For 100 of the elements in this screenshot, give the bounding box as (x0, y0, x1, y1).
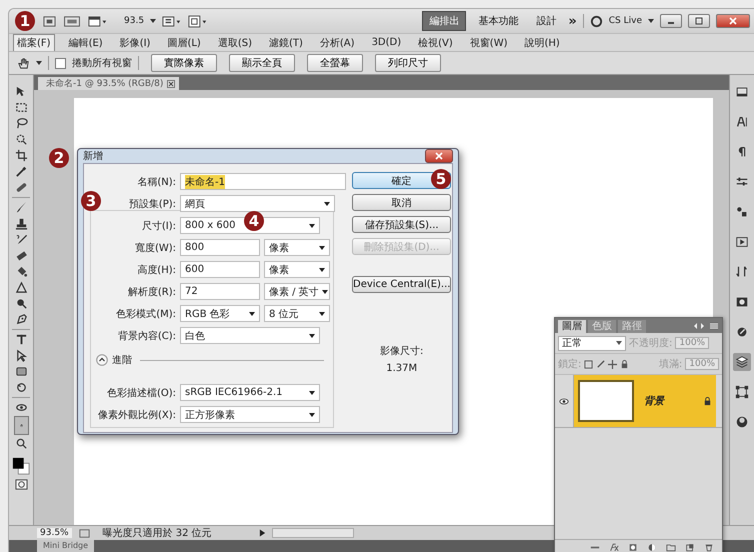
mini-bridge-icon[interactable] (62, 14, 82, 28)
zoom-field[interactable]: 93.5% (37, 528, 72, 538)
dropdown[interactable]: RGB 色彩 (180, 305, 260, 322)
checkbox[interactable] (55, 58, 66, 68)
input-field[interactable]: 800 (180, 239, 260, 256)
checkbox-label[interactable]: 捲動所有視窗 (72, 56, 132, 70)
cs-live-menu[interactable]: CS Live (608, 16, 642, 26)
layer-thumbnail (578, 380, 634, 422)
crop-icon[interactable] (14, 149, 28, 162)
input-field[interactable]: 72 (180, 283, 260, 300)
dropdown[interactable]: sRGB IEC61966-2.1 (180, 384, 320, 401)
chevron-icon[interactable] (96, 354, 108, 366)
trash-icon[interactable] (704, 542, 714, 552)
minimize-button[interactable] (660, 14, 682, 28)
view-button[interactable]: 實際像素 (151, 54, 217, 72)
panel-tab[interactable]: 圖層 (558, 320, 586, 333)
layers-icon[interactable] (733, 353, 751, 371)
maximize-button[interactable] (688, 14, 710, 28)
dropdown[interactable]: 像素 / 英寸 (264, 283, 330, 300)
triangle-icon[interactable] (14, 281, 28, 294)
field-label: 尺寸(I): (140, 220, 176, 232)
rectangle-icon[interactable] (14, 365, 28, 378)
dropdown[interactable]: 像素 (264, 239, 330, 256)
dropdown[interactable]: 正方形像素 (180, 406, 320, 423)
workspace-button[interactable]: 基本功能 (472, 12, 524, 30)
caret-icon (324, 202, 330, 206)
view-button[interactable]: 全螢幕 (307, 54, 363, 72)
collapse-icon[interactable] (693, 322, 705, 330)
orbit-icon[interactable] (14, 401, 28, 414)
bridge-icon[interactable] (43, 14, 56, 28)
arrange-icon[interactable] (162, 14, 182, 28)
menu-item[interactable]: 3D(D) (368, 36, 404, 49)
dropdown[interactable]: 8 位元 (264, 305, 330, 322)
pointer-icon[interactable] (14, 349, 28, 362)
dropdown[interactable]: 網頁 (180, 195, 335, 212)
workspace-button[interactable]: 設計 (530, 12, 562, 30)
menu-item[interactable]: 圖層(L) (164, 34, 204, 50)
color-swatches-icon[interactable] (12, 457, 30, 475)
menu-item[interactable]: 檔案(F) (13, 34, 55, 52)
zoom-level[interactable]: 93.5 (124, 16, 144, 26)
workspace-button[interactable]: 編排出 (422, 11, 466, 31)
dialog-button[interactable]: 儲存預設集(S)... (352, 216, 452, 233)
document-tab[interactable]: 未命名-1 @ 93.5% (RGB/8) (38, 77, 180, 90)
menu-item[interactable]: 檢視(V) (415, 34, 456, 50)
more-workspaces[interactable]: » (568, 14, 577, 28)
close-button[interactable] (425, 149, 453, 163)
screen-mode-icon[interactable] (88, 14, 108, 28)
menu-item[interactable]: 影像(I) (116, 34, 154, 50)
dashed-rectangle-icon[interactable] (14, 101, 28, 114)
mini-bridge-tab[interactable]: Mini Bridge (37, 540, 94, 552)
frame-icon[interactable] (188, 14, 208, 28)
play-icon[interactable] (258, 529, 266, 537)
lock-options-icon[interactable] (584, 360, 594, 368)
path-icon[interactable] (733, 383, 751, 401)
menu-item[interactable]: 編輯(E) (66, 34, 106, 50)
input-field[interactable]: 600 (180, 261, 260, 278)
new-layer-icon[interactable] (685, 542, 695, 552)
blend-mode-dropdown[interactable]: 正常 (558, 336, 626, 350)
view-button[interactable]: 顯示全頁 (229, 54, 295, 72)
type-tool-icon[interactable] (14, 333, 28, 346)
zoom-icon[interactable] (14, 437, 28, 450)
adjustment-icon[interactable] (647, 542, 657, 552)
layer-row[interactable]: 背景 (574, 375, 716, 427)
dropdown[interactable]: 白色 (180, 327, 320, 344)
menu-item[interactable]: 分析(A) (316, 34, 358, 50)
pen-icon[interactable] (14, 313, 28, 326)
move-icon[interactable] (608, 360, 618, 368)
dialog-button[interactable]: Device Central(E)... (352, 276, 452, 293)
advanced-label[interactable]: 進階 (112, 353, 132, 367)
menu-item[interactable]: 視窗(W) (466, 34, 510, 50)
folder-icon[interactable] (666, 542, 676, 552)
dialog-button[interactable]: 取消 (352, 194, 452, 211)
close-button[interactable] (716, 14, 750, 28)
effects-icon[interactable] (609, 542, 619, 552)
input-field[interactable]: 未命名-1 (180, 173, 346, 190)
eyedropper-icon[interactable] (14, 165, 28, 178)
scrollbar[interactable] (272, 528, 354, 538)
caret-icon[interactable] (36, 61, 42, 65)
caret-icon[interactable] (648, 19, 654, 23)
export-icon[interactable] (78, 526, 91, 540)
quick-mask-icon[interactable] (14, 478, 28, 491)
eye-icon (559, 398, 569, 404)
view-button[interactable]: 列印尺寸 (375, 54, 441, 72)
caret-icon[interactable] (150, 19, 156, 23)
close-icon[interactable] (167, 80, 176, 88)
field-label: 名稱(N): (136, 176, 176, 188)
menu-item[interactable]: 說明(H) (522, 34, 563, 50)
lock-icon[interactable] (620, 360, 630, 368)
lasso-icon[interactable] (14, 117, 28, 130)
dodge-icon[interactable] (14, 297, 28, 310)
mask-icon[interactable] (628, 542, 638, 552)
cs-live-icon (590, 14, 603, 28)
magnifier-icon[interactable] (14, 133, 28, 146)
menu-item[interactable]: 濾鏡(T) (266, 34, 306, 50)
rotate-icon[interactable] (14, 381, 28, 394)
dropdown[interactable]: 像素 (264, 261, 330, 278)
menu-icon[interactable] (707, 322, 719, 330)
hand-icon[interactable] (17, 56, 30, 70)
menu-item[interactable]: 選取(S) (214, 34, 255, 50)
stamp-icon[interactable] (14, 217, 28, 230)
